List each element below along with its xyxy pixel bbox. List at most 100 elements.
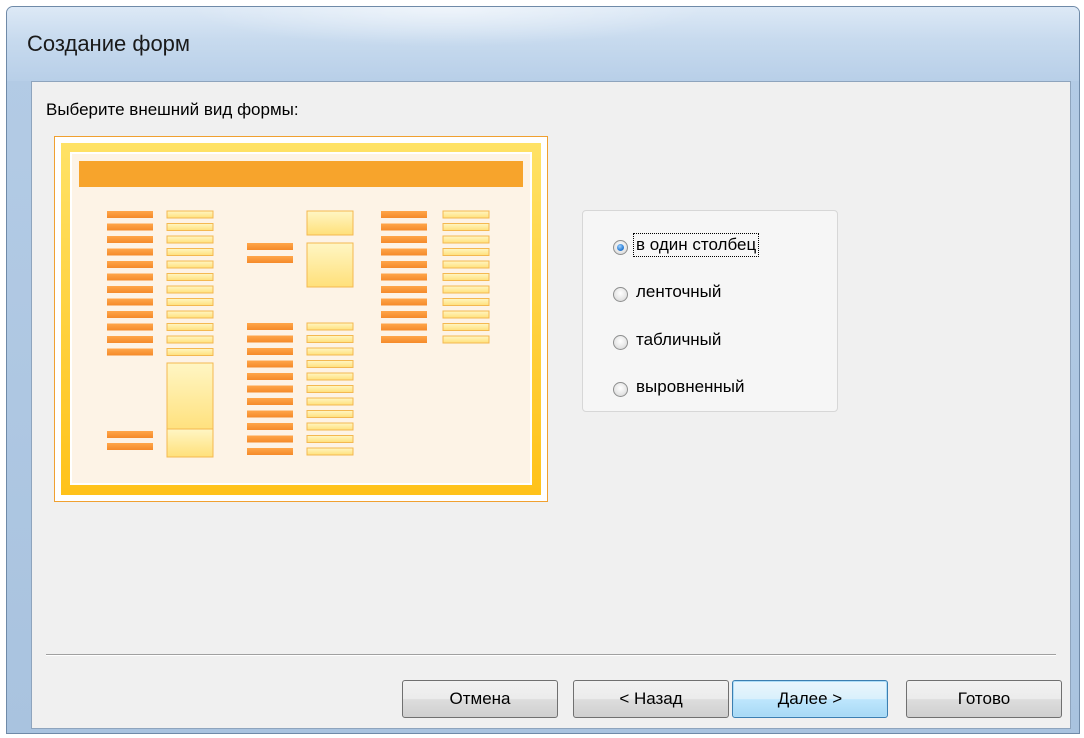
preview-mark (247, 323, 293, 330)
radio-justified[interactable] (613, 381, 628, 397)
preview-mark (381, 298, 427, 306)
preview-mark (107, 323, 153, 331)
radio-datasheet[interactable] (613, 334, 628, 350)
preview-mark (247, 398, 293, 405)
wizard-body: Выберите внешний вид формы: в один столб… (31, 81, 1071, 729)
preview-mark (442, 210, 490, 219)
preview-mark (166, 210, 214, 219)
preview-mark (166, 348, 214, 356)
preview-mark (247, 423, 293, 430)
cancel-button[interactable]: Отмена (402, 680, 558, 718)
preview-mark (107, 443, 153, 450)
preview-mark (247, 335, 293, 343)
preview-mark (166, 248, 214, 256)
preview-mark (381, 311, 427, 318)
preview-mark (247, 373, 293, 380)
preview-mark (381, 286, 427, 293)
preview-mark (442, 260, 490, 269)
back-button[interactable]: < Назад (573, 680, 729, 718)
preview-mark (107, 336, 153, 343)
preview-mark (306, 242, 354, 288)
preview-mark (166, 310, 214, 319)
option-datasheet-label[interactable]: табличный (634, 329, 723, 351)
radio-tabular[interactable] (613, 286, 628, 302)
option-columnar[interactable]: в один столбец (613, 233, 760, 257)
preview-mark (306, 385, 354, 393)
preview-mark (166, 223, 214, 231)
preview-mark (381, 211, 427, 218)
preview-mark (166, 335, 214, 344)
option-tabular-label[interactable]: ленточный (634, 281, 723, 303)
preview-mark (306, 335, 354, 343)
preview-mark (107, 286, 153, 293)
preview-mark (247, 360, 293, 368)
preview-mark (107, 311, 153, 318)
layout-options-group: в один столбец ленточный табличный выров… (582, 210, 838, 412)
window-title: Создание форм (27, 31, 191, 56)
layout-prompt: Выберите внешний вид формы: (46, 100, 299, 119)
preview-mark (381, 261, 427, 268)
option-columnar-label[interactable]: в один столбец (632, 233, 760, 257)
preview-mark (166, 260, 214, 269)
option-tabular[interactable]: ленточный (613, 280, 723, 304)
preview-mark (381, 248, 427, 256)
preview-mark (107, 431, 153, 438)
preview-mark (107, 211, 153, 218)
preview-mark (306, 372, 354, 381)
preview-mark (107, 223, 153, 231)
preview-mark (381, 236, 427, 243)
preview-mark (306, 397, 354, 406)
option-justified[interactable]: выровненный (613, 375, 747, 399)
option-justified-label[interactable]: выровненный (634, 376, 747, 398)
preview-mark (442, 223, 490, 231)
preview-mark (381, 273, 427, 281)
preview-mark (442, 235, 490, 244)
preview-mark (306, 435, 354, 443)
button-separator (46, 654, 1056, 656)
preview-mark (247, 348, 293, 355)
preview-mark (107, 348, 153, 356)
preview-mark (442, 335, 490, 344)
preview-mark (306, 210, 354, 236)
preview-mark (247, 256, 293, 263)
preview-mark (442, 323, 490, 331)
preview-mark (247, 410, 293, 418)
preview-mark (247, 448, 293, 455)
preview-mark (247, 243, 293, 250)
preview-mark (107, 298, 153, 306)
preview-mark (166, 323, 214, 331)
preview-mark (442, 248, 490, 256)
title-bar[interactable]: Создание форм (7, 7, 1079, 81)
preview-mark (381, 223, 427, 231)
preview-mark (107, 236, 153, 243)
preview-mark (306, 347, 354, 356)
preview-mark (306, 447, 354, 456)
preview-mark (166, 235, 214, 244)
preview-mark (306, 360, 354, 368)
preview-mark (306, 422, 354, 431)
wizard-window: Создание форм Выберите внешний вид формы… (6, 6, 1080, 734)
preview-mark (381, 323, 427, 331)
preview-mark (442, 310, 490, 319)
preview-mark (442, 298, 490, 306)
preview-mark (166, 285, 214, 294)
preview-mark (166, 428, 214, 458)
preview-mark (166, 273, 214, 281)
preview-mark (166, 298, 214, 306)
preview-mark (166, 362, 214, 434)
radio-columnar[interactable] (613, 239, 628, 255)
preview-mark (107, 273, 153, 281)
preview-mark (442, 285, 490, 294)
preview-mark (442, 273, 490, 281)
form-layout-preview-icon (54, 136, 548, 502)
preview-mark (247, 385, 293, 393)
preview-mark (306, 410, 354, 418)
preview-mark (247, 435, 293, 443)
preview-mark (381, 336, 427, 343)
option-datasheet[interactable]: табличный (613, 328, 723, 352)
preview-mark (107, 261, 153, 268)
preview-mark (306, 322, 354, 331)
next-button[interactable]: Далее > (732, 680, 888, 718)
preview-mark (107, 248, 153, 256)
finish-button[interactable]: Готово (906, 680, 1062, 718)
